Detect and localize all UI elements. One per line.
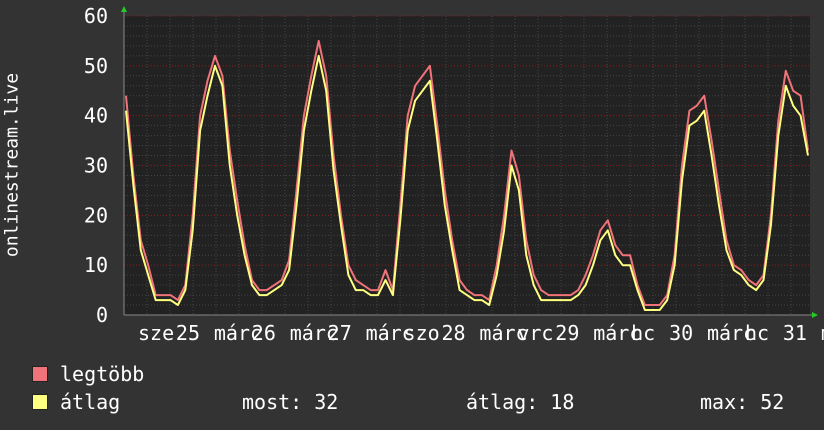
y-tick-label: 10	[84, 253, 108, 277]
y-tick-label: 20	[84, 203, 108, 227]
y-tick-label: 40	[84, 104, 108, 128]
y-tick-label: 60	[84, 4, 108, 28]
x-tick-label: 30	[669, 321, 693, 345]
legend-label-max: legtöbb	[60, 362, 145, 386]
x-tick-label: 27	[328, 321, 352, 345]
x-tick-label: 28	[441, 321, 465, 345]
y-axis-arrow	[121, 6, 127, 12]
stat-current: most: 32	[242, 390, 339, 414]
stat-max: max: 52	[700, 390, 785, 414]
y-axis-label-wrap: onlinestream.live	[0, 40, 24, 290]
y-tick-label: 0	[96, 303, 108, 327]
legend-swatch-avg	[32, 394, 48, 410]
x-tick-label: hc	[631, 321, 655, 345]
x-tick-label: hc	[745, 321, 769, 345]
x-tick-label: 25	[176, 321, 200, 345]
legend-label-avg: átlag	[60, 390, 121, 414]
x-tick-label: 31	[783, 321, 807, 345]
legend-item-max: legtöbb	[32, 362, 144, 386]
x-tick-label: 26	[252, 321, 276, 345]
legend-item-avg: átlag	[32, 390, 120, 414]
legend-swatch-max	[32, 366, 48, 382]
stat-average: átlag: 18	[466, 390, 575, 414]
x-tick-label: szo	[404, 321, 440, 345]
x-tick-label: 29	[555, 321, 579, 345]
x-tick-label: sze	[138, 321, 174, 345]
x-tick-label: vrc	[517, 321, 553, 345]
x-axis-arrow	[812, 312, 818, 318]
y-tick-label: 30	[84, 154, 108, 178]
y-axis-label: onlinestream.live	[1, 72, 23, 258]
y-tick-label: 50	[84, 54, 108, 78]
